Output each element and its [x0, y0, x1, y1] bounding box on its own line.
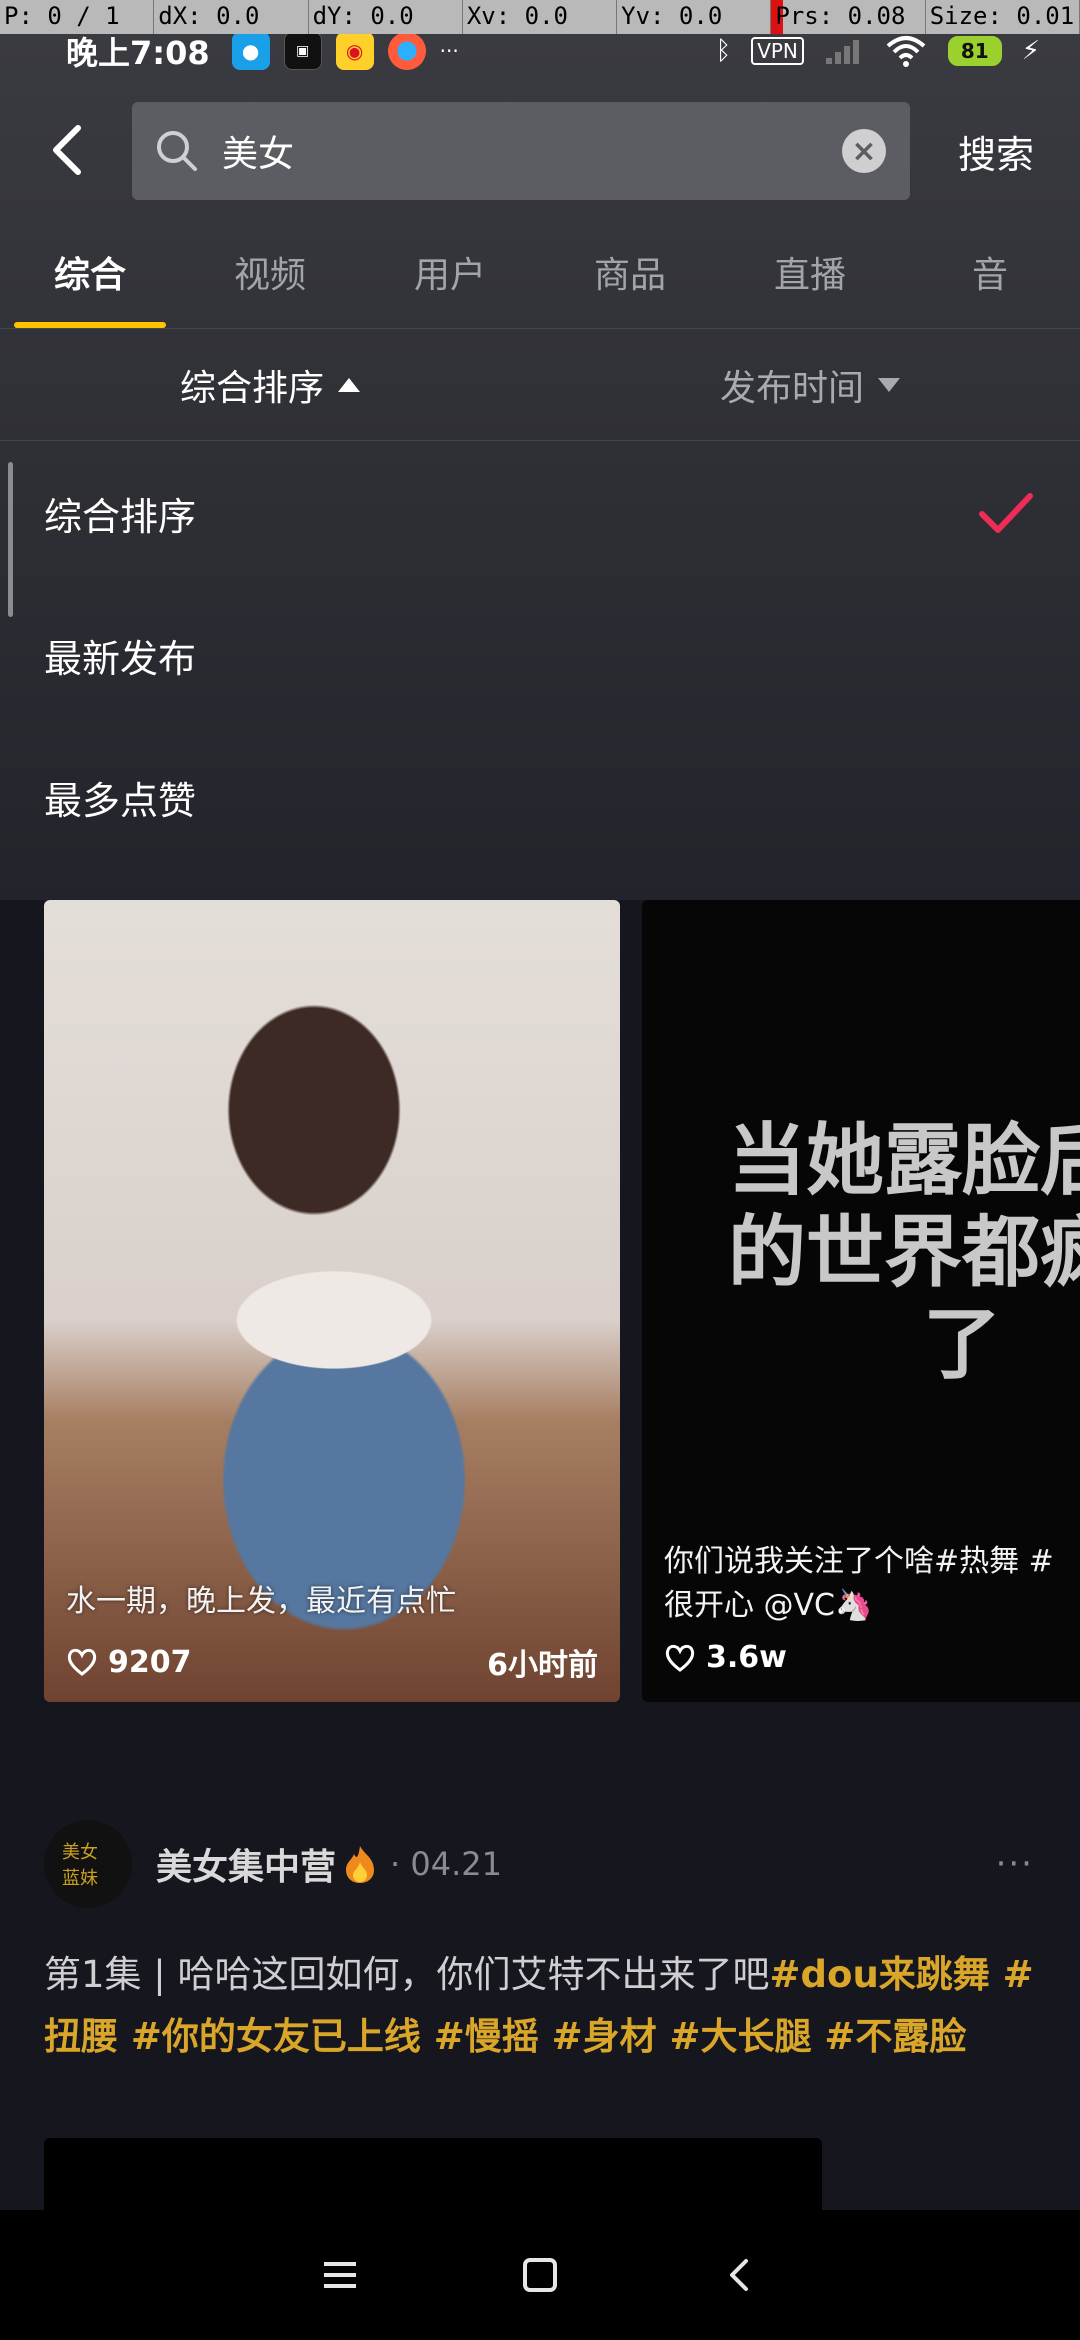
sort-option-label: 综合排序: [44, 494, 197, 539]
caret-down-icon: [878, 378, 900, 392]
bluetooth-icon: ᛒ: [715, 36, 732, 66]
sort-option-latest[interactable]: 最新发布: [0, 584, 1080, 726]
system-nav-bar: [0, 2210, 1080, 2340]
wifi-icon: [886, 36, 926, 67]
divider: [0, 440, 1080, 441]
heart-icon: [665, 1644, 695, 1672]
publish-time-label: 发布时间: [719, 368, 864, 409]
tab-music[interactable]: 音: [900, 232, 1080, 328]
search-query: 美女: [222, 134, 295, 175]
search-button[interactable]: 搜索: [958, 124, 1034, 179]
status-time: 晚上7:08: [66, 34, 210, 72]
video-card[interactable]: 当她露脸后我的世界都疯狂了 你们说我关注了个啥#热舞 # 很开心 @VC🦄 3.…: [642, 900, 1080, 1702]
browser-icon: [387, 32, 426, 70]
battery-indicator: 81: [947, 36, 1002, 66]
back-chevron-icon: [730, 2259, 748, 2291]
search-header: 美女 × 搜索 综合 视频 用户 商品 直播 音 综合排序 发布时间 综合排序: [0, 0, 1080, 900]
charging-icon: ⚡: [1021, 36, 1040, 66]
heart-icon: [67, 1648, 97, 1676]
post-date: · 04.21: [390, 1845, 502, 1883]
post-header: 美女蓝妹 美女集中营 · 04.21 ···: [44, 1820, 1034, 1908]
card-description-line: 很开心 @VC🦄: [664, 1588, 873, 1623]
video-card[interactable]: 水一期，晚上发，最近有点忙 9207 6小时前: [44, 900, 620, 1702]
tab-user[interactable]: 用户: [360, 232, 540, 328]
tab-comprehensive[interactable]: 综合: [0, 232, 180, 328]
fire-icon: [346, 1846, 375, 1883]
sort-option-label: 最多点赞: [44, 778, 197, 823]
sort-options-menu: 综合排序 最新发布 最多点赞: [0, 442, 1080, 900]
debug-size: Size: 0.01: [926, 0, 1080, 34]
debug-pressure: Prs: 0.08: [771, 0, 926, 34]
weibo-icon: ◉: [335, 32, 374, 70]
menu-button[interactable]: [310, 2245, 370, 2305]
debug-yv: Yv: 0.0: [617, 0, 772, 34]
back-nav-button[interactable]: [710, 2245, 770, 2305]
card-meta: 3.6w: [664, 1640, 1080, 1675]
sort-row: 综合排序 发布时间: [0, 330, 1080, 440]
post-caption: 第1集 | 哈哈这回如何，你们艾特不出来了吧: [44, 1953, 770, 1996]
card-description-line: 你们说我关注了个啥#热舞 #: [664, 1544, 1054, 1579]
debug-dx: dX: 0.0: [154, 0, 309, 34]
more-notifications-icon: ···: [439, 39, 459, 63]
sort-dropdown-label: 综合排序: [179, 368, 324, 409]
like-count: 9207: [108, 1644, 192, 1680]
publish-time-dropdown[interactable]: 发布时间: [540, 359, 1080, 411]
sort-dropdown[interactable]: 综合排序: [0, 359, 540, 411]
card-description: 水一期，晚上发，最近有点忙: [66, 1584, 456, 1619]
debug-pointer: P: 0 / 1: [0, 0, 155, 34]
check-icon: [979, 493, 1033, 533]
tab-live[interactable]: 直播: [720, 232, 900, 328]
vpn-icon: VPN: [751, 37, 804, 65]
menu-icon: [324, 2262, 356, 2288]
tab-video[interactable]: 视频: [180, 232, 360, 328]
home-button[interactable]: [510, 2245, 570, 2305]
results-content: 水一期，晚上发，最近有点忙 9207 6小时前 当她露脸后我的世界都疯狂了 你们…: [0, 900, 1080, 2228]
like-count: 3.6w: [706, 1640, 787, 1675]
tab-goods[interactable]: 商品: [540, 232, 720, 328]
status-right: ᛒ VPN 81 ⚡: [716, 34, 1040, 68]
card-description: 你们说我关注了个啥#热舞 # 很开心 @VC🦄: [664, 1540, 1080, 1628]
qq-icon: ●: [231, 32, 270, 70]
video-overlay-text: 当她露脸后我的世界都疯狂了: [727, 1116, 1080, 1390]
sort-option-label: 最新发布: [44, 636, 197, 681]
back-arrow-icon: [53, 125, 81, 175]
debug-xv: Xv: 0.0: [463, 0, 618, 34]
divider: [0, 328, 1080, 329]
avatar[interactable]: 美女蓝妹: [44, 1820, 132, 1908]
signal-icon: [825, 40, 859, 64]
search-icon: [157, 131, 197, 171]
card-time: 6小时前: [487, 1648, 598, 1683]
author-name[interactable]: 美女集中营: [156, 1838, 336, 1890]
sort-option-most-liked[interactable]: 最多点赞: [0, 726, 1080, 868]
search-input[interactable]: 美女 ×: [132, 102, 910, 200]
app-notification-icon: ▣: [283, 32, 322, 70]
sort-option-comprehensive[interactable]: 综合排序: [0, 442, 1080, 584]
pointer-debug-overlay: P: 0 / 1 dX: 0.0 dY: 0.0 Xv: 0.0 Yv: 0.0…: [0, 0, 1080, 34]
result-tabs: 综合 视频 用户 商品 直播 音: [0, 232, 1080, 328]
back-button[interactable]: [40, 120, 100, 180]
clear-icon[interactable]: ×: [842, 129, 886, 173]
card-meta: 9207 6小时前: [66, 1640, 598, 1684]
debug-dy: dY: 0.0: [309, 0, 463, 34]
scroll-indicator: [8, 462, 13, 617]
home-square-icon: [523, 2258, 557, 2292]
post-text: 第1集 | 哈哈这回如何，你们艾特不出来了吧#dou来跳舞 #扭腰 #你的女友已…: [44, 1944, 1044, 2068]
caret-up-icon: [338, 378, 360, 392]
more-options-icon[interactable]: ···: [996, 1844, 1034, 1884]
search-row: 美女 × 搜索: [0, 100, 1080, 202]
